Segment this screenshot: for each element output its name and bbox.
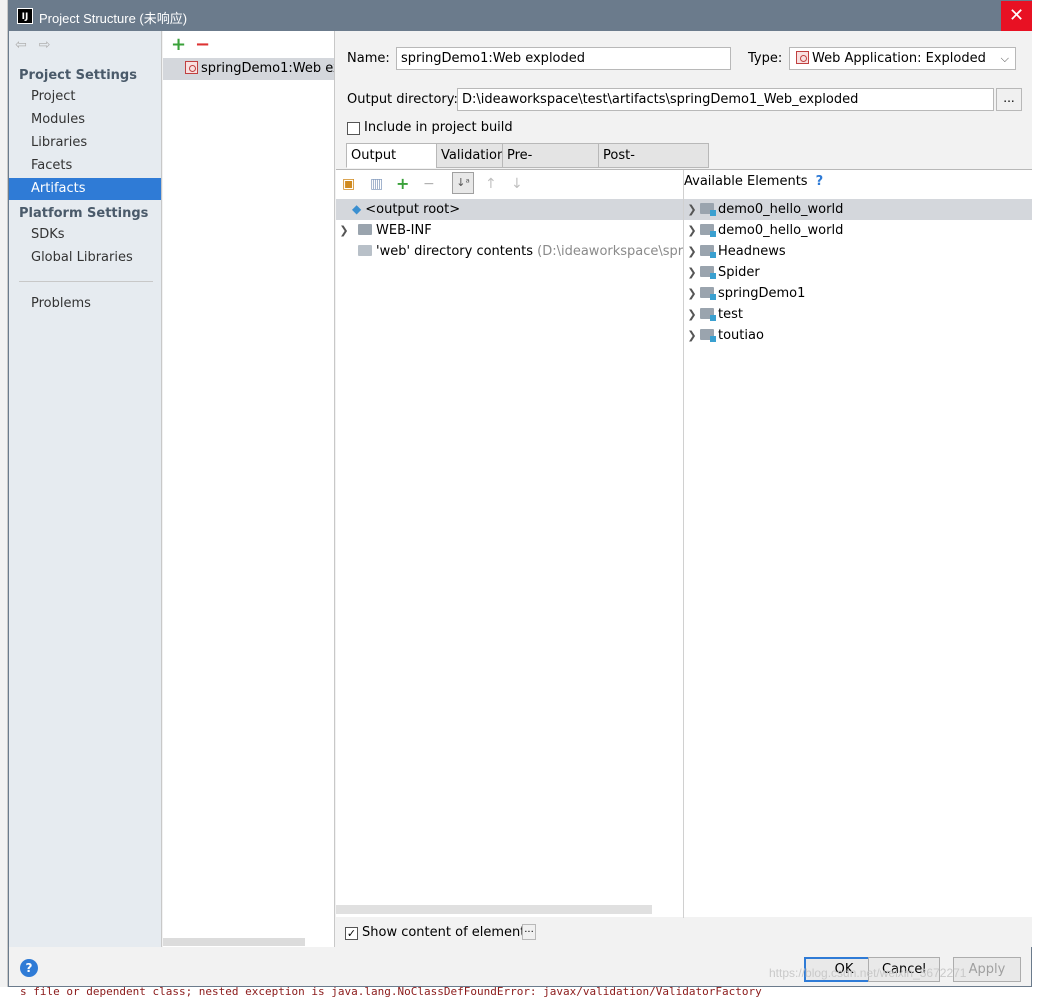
nav-divider	[19, 281, 153, 282]
include-in-build-checkbox[interactable]	[347, 122, 360, 135]
web-artifact-icon	[185, 61, 198, 74]
artifact-tabs: Output Layout Validation Pre-processing …	[346, 143, 1032, 186]
nav-item-modules[interactable]: Modules	[9, 109, 161, 131]
tab-validation[interactable]: Validation	[436, 143, 505, 168]
nav-item-libraries[interactable]: Libraries	[9, 132, 161, 154]
output-directory-label: Output directory:	[347, 92, 458, 107]
help-button[interactable]: ?	[20, 959, 38, 977]
type-select[interactable]: Web Application: Exploded ⌵	[789, 47, 1016, 70]
show-content-label: Show content of elements	[362, 925, 533, 940]
expand-arrow-icon[interactable]: ❯	[684, 304, 700, 325]
close-button[interactable]: ✕	[1001, 1, 1032, 31]
available-item[interactable]: ❯ demo0_hello_world	[684, 199, 1032, 220]
add-artifact-icon[interactable]: +	[171, 34, 186, 55]
tab-pre-processing[interactable]: Pre-processing	[502, 143, 599, 186]
include-in-build-label: Include in project build	[364, 120, 513, 135]
archive-icon[interactable]: ▥	[370, 176, 383, 192]
move-down-icon[interactable]: ↓	[511, 176, 523, 192]
platform-settings-header: Platform Settings	[19, 206, 149, 221]
available-item[interactable]: ❯ Spider	[684, 262, 1032, 283]
folder-icon	[358, 224, 372, 235]
web-application-icon	[796, 51, 809, 64]
output-layout-panel: ▣ ▥ + − ↓ᵃ ↑ ↓ ◆ <output root> ❯ WEB-INF '…	[336, 169, 1032, 918]
nav-item-global-libraries[interactable]: Global Libraries	[9, 247, 161, 269]
background-ide-edge	[0, 0, 8, 997]
background-console-log: s file or dependent class; nested except…	[0, 987, 1040, 997]
module-icon	[700, 266, 716, 279]
module-icon	[700, 308, 716, 321]
history-arrows: ⇦ ⇨	[15, 37, 62, 53]
module-icon	[700, 329, 716, 342]
module-icon	[700, 287, 716, 300]
module-icon	[700, 203, 716, 216]
intellij-app-icon: IJ	[17, 8, 33, 24]
name-label: Name:	[347, 51, 390, 66]
expand-arrow-icon[interactable]: ❯	[684, 262, 700, 283]
available-item[interactable]: ❯ demo0_hello_world	[684, 220, 1032, 241]
project-structure-dialog: IJ Project Structure (未响应) ✕ ⇦ ⇨ Project …	[8, 0, 1032, 987]
remove-artifact-icon[interactable]: −	[195, 34, 210, 55]
folder-icon	[358, 245, 372, 256]
expand-arrow-icon[interactable]: ❯	[684, 325, 700, 346]
browse-button[interactable]: ...	[996, 88, 1022, 111]
show-content-checkbox[interactable]: ✓	[345, 927, 358, 940]
settings-navigation: ⇦ ⇨ Project Settings Project Modules Libr…	[9, 31, 162, 947]
nav-item-artifacts[interactable]: Artifacts	[9, 178, 161, 200]
available-item[interactable]: ❯ springDemo1	[684, 283, 1032, 304]
window-title: Project Structure (未响应)	[39, 11, 188, 26]
expand-arrow-icon[interactable]: ❯	[336, 220, 352, 241]
title-bar: IJ Project Structure (未响应) ✕	[9, 1, 1032, 31]
tree-item-web-directory[interactable]: 'web' directory contents (D:\ideaworkspa…	[336, 241, 683, 262]
forward-arrow-icon[interactable]: ⇨	[39, 37, 51, 53]
layout-horizontal-scrollbar[interactable]	[336, 905, 652, 914]
module-icon	[700, 224, 716, 237]
type-label: Type:	[748, 51, 783, 66]
layout-toolbar: ▣ ▥ + − ↓ᵃ ↑ ↓	[336, 170, 684, 198]
artifact-details: Name: springDemo1:Web exploded Type: Web…	[336, 31, 1032, 947]
tree-item-web-inf[interactable]: ❯ WEB-INF	[336, 220, 683, 241]
new-folder-icon[interactable]: ▣	[342, 176, 355, 192]
available-item[interactable]: ❯ toutiao	[684, 325, 1032, 346]
move-up-icon[interactable]: ↑	[485, 176, 497, 192]
module-icon	[700, 245, 716, 258]
available-item[interactable]: ❯ test	[684, 304, 1032, 325]
expand-arrow-icon[interactable]: ❯	[684, 241, 700, 262]
artifacts-list: + − springDemo1:Web exploded	[163, 31, 335, 947]
show-content-options-button[interactable]: ...	[522, 924, 536, 940]
tree-item-output-root[interactable]: ◆ <output root>	[336, 199, 683, 220]
expand-arrow-icon[interactable]: ❯	[684, 199, 700, 220]
nav-item-project[interactable]: Project	[9, 86, 161, 108]
add-element-icon[interactable]: +	[396, 176, 409, 192]
expand-arrow-icon[interactable]: ❯	[684, 283, 700, 304]
sort-icon[interactable]: ↓ᵃ	[452, 172, 474, 194]
nav-item-sdks[interactable]: SDKs	[9, 224, 161, 246]
back-arrow-icon[interactable]: ⇦	[15, 37, 27, 53]
remove-element-icon[interactable]: −	[423, 176, 435, 192]
output-root-icon: ◆	[352, 202, 362, 216]
chevron-down-icon: ⌵	[1000, 52, 1009, 65]
tab-post-processing[interactable]: Post-processing	[598, 143, 709, 186]
name-field[interactable]: springDemo1:Web exploded	[396, 47, 731, 70]
artifacts-horizontal-scrollbar[interactable]	[163, 938, 305, 946]
help-icon[interactable]: ?	[816, 174, 824, 189]
output-directory-field[interactable]: D:\ideaworkspace\test\artifacts\springDe…	[457, 88, 994, 111]
available-elements-header: Available Elements?	[684, 174, 824, 189]
nav-item-facets[interactable]: Facets	[9, 155, 161, 177]
expand-arrow-icon[interactable]: ❯	[684, 220, 700, 241]
nav-item-problems[interactable]: Problems	[9, 293, 161, 315]
available-item[interactable]: ❯ Headnews	[684, 241, 1032, 262]
tab-output-layout[interactable]: Output Layout	[346, 143, 437, 186]
watermark: https://blog.csdn.net/weixin_3672271	[769, 966, 967, 980]
project-settings-header: Project Settings	[19, 68, 137, 83]
artifact-item[interactable]: springDemo1:Web exploded	[163, 58, 334, 80]
